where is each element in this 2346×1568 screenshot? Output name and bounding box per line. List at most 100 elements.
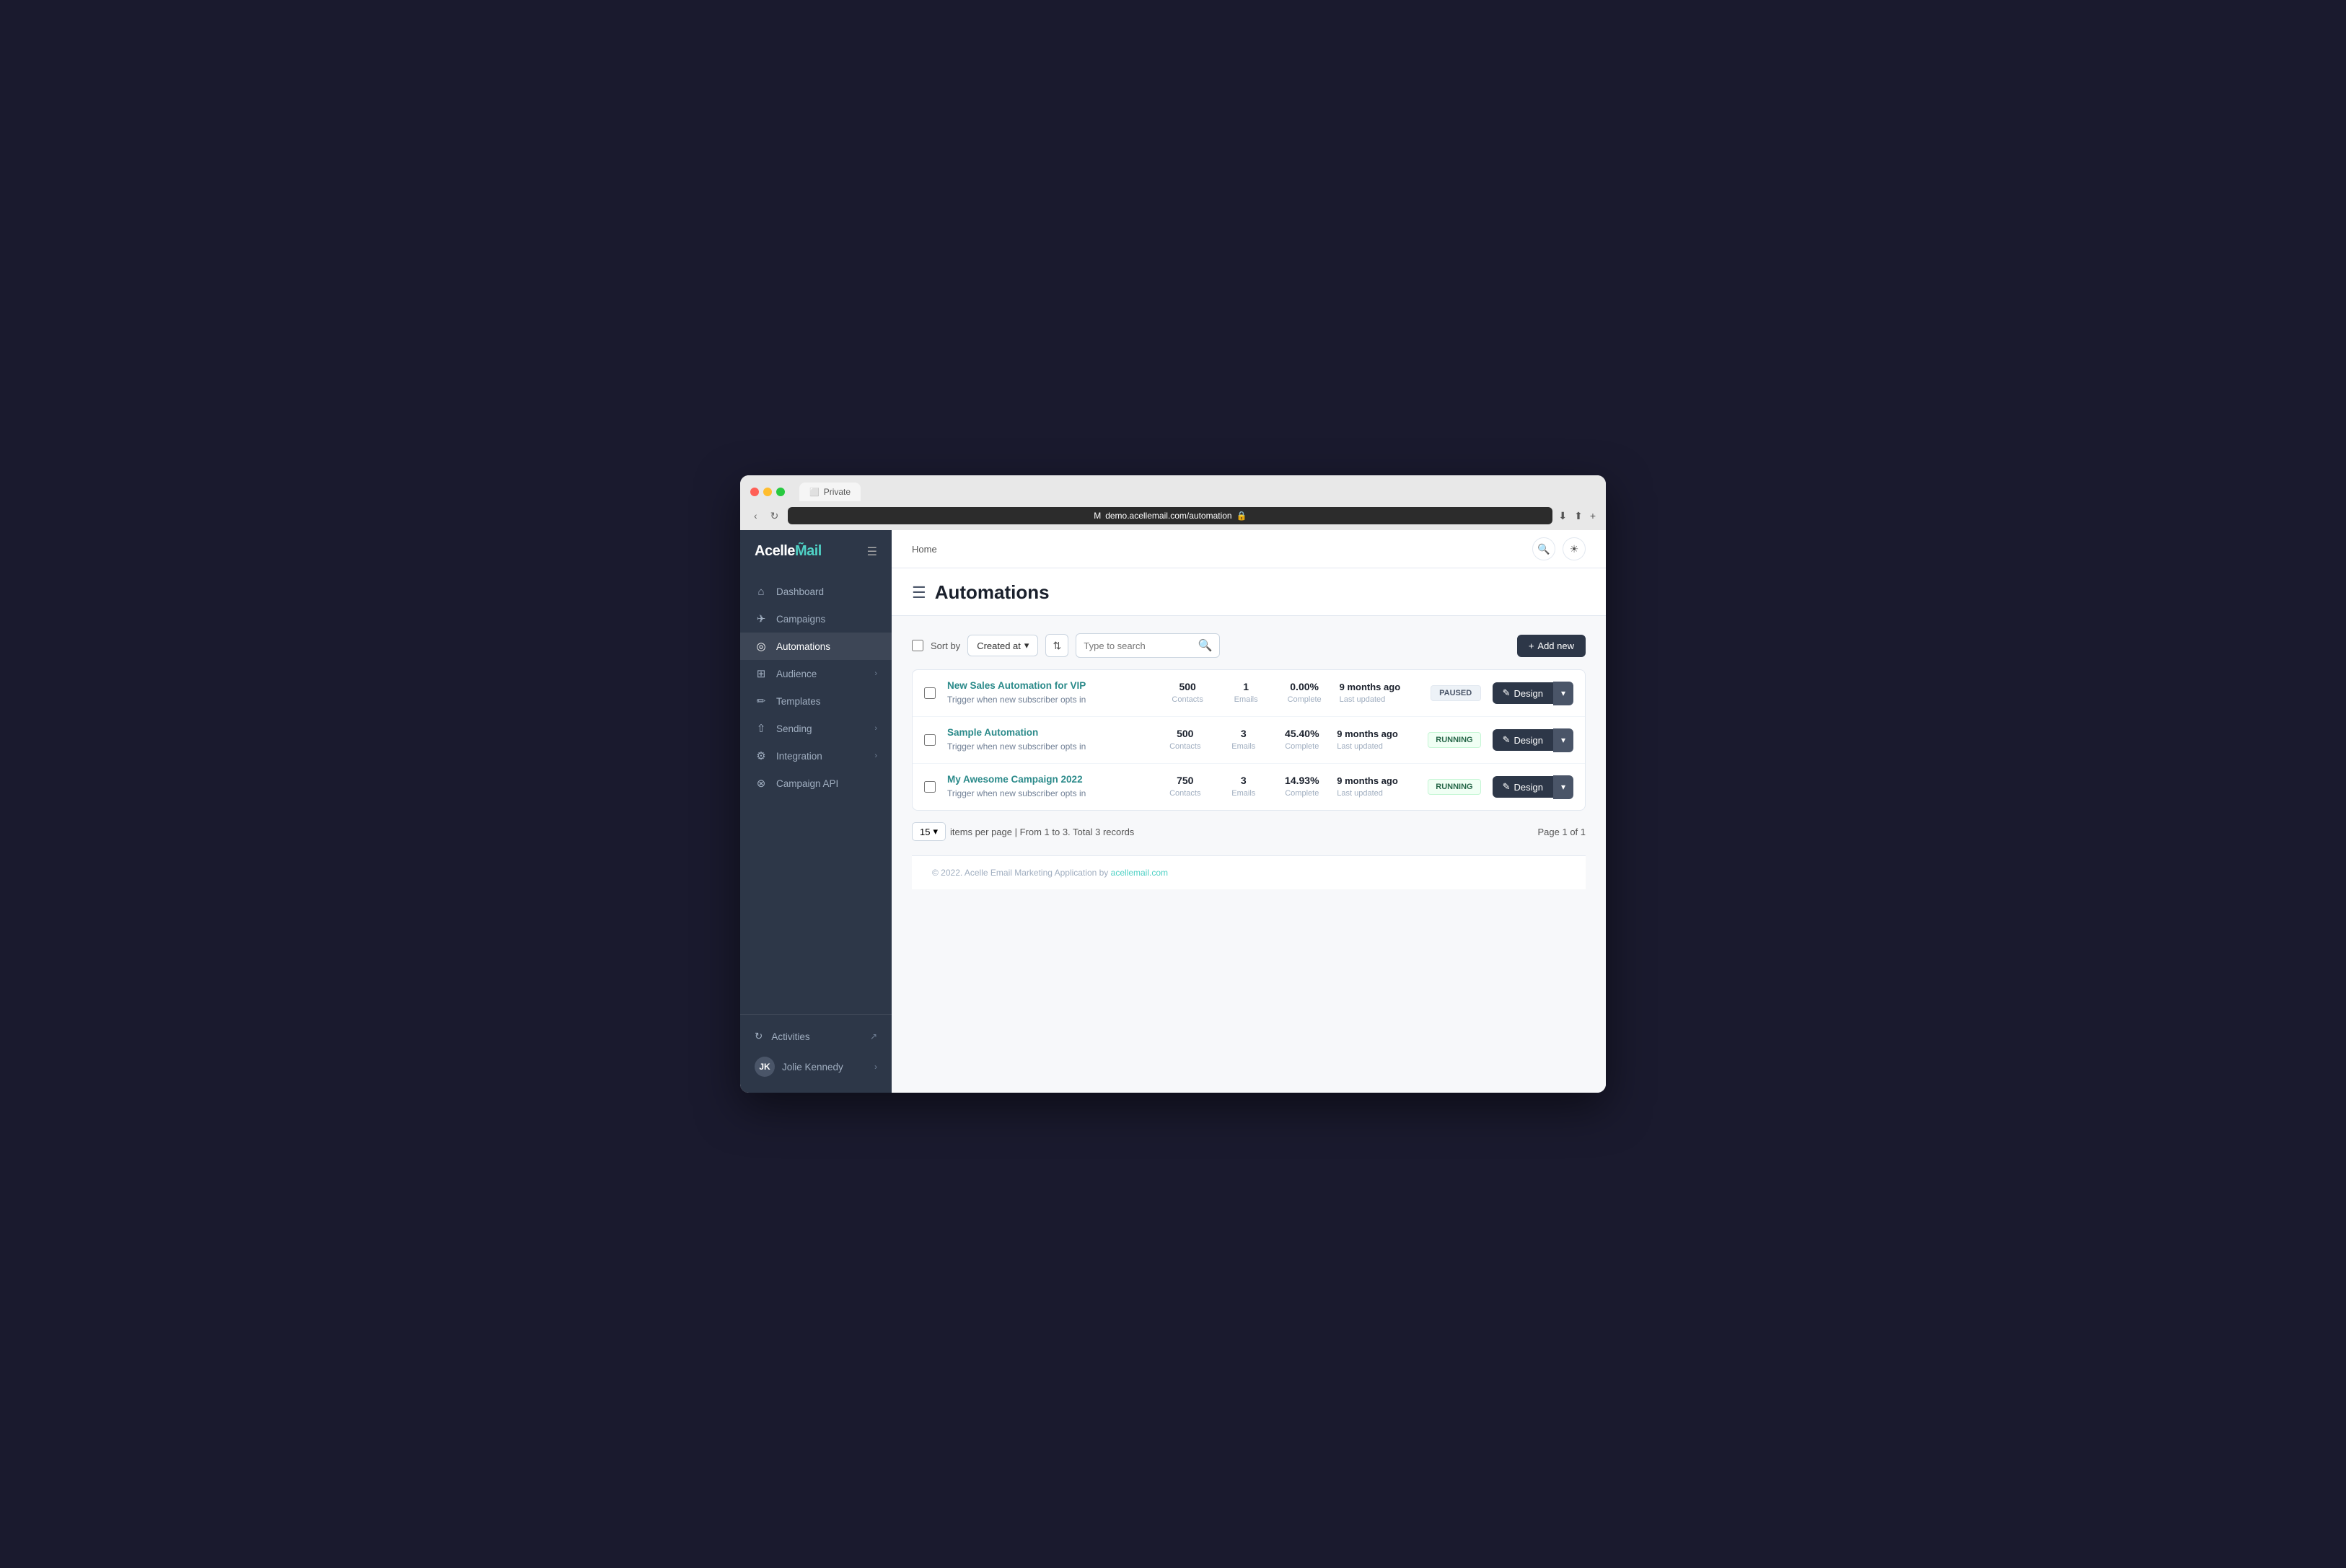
sidebar-item-label: Campaigns [776,614,877,625]
page-title: Automations [935,581,1050,604]
contacts-stat: 500 Contacts [1161,728,1208,752]
templates-icon: ✏ [755,695,768,708]
complete-value: 14.93% [1278,775,1325,786]
complete-stat: 14.93% Complete [1278,775,1325,799]
nav-refresh-button[interactable]: ↻ [767,508,783,524]
pagination-summary: items per page | From 1 to 3. Total 3 re… [950,827,1134,837]
sidebar-item-campaigns[interactable]: ✈ Campaigns [740,605,892,633]
search-icon-button[interactable]: 🔍 [1532,537,1555,560]
action-group: ✎ Design ▾ [1493,775,1573,799]
search-box[interactable]: 🔍 [1076,633,1220,658]
app-layout: AcelleM̃ail ☰ ⌂ Dashboard ✈ Campaigns ◎ … [740,530,1606,1093]
filter-button[interactable]: ⇅ [1045,634,1068,657]
status-badge: PAUSED [1431,685,1481,701]
sidebar-item-label: Templates [776,696,877,707]
sidebar-item-sending[interactable]: ⇧ Sending › [740,715,892,742]
contacts-label: Contacts [1169,742,1200,751]
maximize-button[interactable] [776,488,785,496]
design-button[interactable]: ✎ Design [1493,729,1553,751]
sidebar-bottom: ↻ Activities ↗ JK Jolie Kennedy › [740,1014,892,1093]
complete-stat: 45.40% Complete [1278,728,1325,752]
download-icon[interactable]: ⬇ [1558,510,1567,522]
chevron-right-icon: › [874,724,877,733]
address-bar[interactable]: M demo.acellemail.com/automation 🔒 [788,507,1552,524]
audience-icon: ⊞ [755,667,768,680]
design-dropdown-button[interactable]: ▾ [1553,682,1573,705]
api-icon: ⊗ [755,777,768,790]
design-icon: ✎ [1503,687,1511,699]
sidebar-item-integration[interactable]: ⚙ Integration › [740,742,892,770]
emails-label: Emails [1231,742,1255,751]
select-all-checkbox[interactable] [912,640,923,651]
status-badge: RUNNING [1428,732,1480,748]
chevron-down-icon: ▾ [1024,640,1029,651]
integration-icon: ⚙ [755,749,768,762]
home-icon: ⌂ [755,586,768,598]
browser-window: ⬜ Private ‹ ↻ M demo.acellemail.com/auto… [740,475,1606,1093]
automations-icon: ◎ [755,640,768,653]
emails-value: 3 [1220,728,1267,739]
action-group: ✎ Design ▾ [1493,682,1573,705]
sidebar-toggle-button[interactable]: ☰ [867,545,877,559]
sort-button[interactable]: Created at ▾ [967,635,1038,656]
row-checkbox[interactable] [924,687,936,699]
updated-label: Last updated [1337,789,1383,798]
sidebar-item-dashboard[interactable]: ⌂ Dashboard [740,578,892,605]
share-icon[interactable]: ⬆ [1574,510,1583,522]
contacts-label: Contacts [1169,789,1200,798]
traffic-lights [750,488,785,496]
footer-link[interactable]: acellemail.com [1111,868,1168,878]
add-new-button[interactable]: + Add new [1517,635,1586,657]
emails-label: Emails [1234,695,1258,704]
tab-icon: ⬜ [809,488,820,497]
url-text: demo.acellemail.com/automation [1105,511,1231,521]
per-page-button[interactable]: 15 ▾ [912,822,946,841]
emails-stat: 3 Emails [1220,728,1267,752]
sidebar-item-audience[interactable]: ⊞ Audience › [740,660,892,687]
user-profile-item[interactable]: JK Jolie Kennedy › [740,1049,892,1084]
updated-value: 9 months ago [1337,728,1416,739]
sidebar-item-campaign-api[interactable]: ⊗ Campaign API [740,770,892,797]
design-dropdown-button[interactable]: ▾ [1553,775,1573,799]
emails-label: Emails [1231,789,1255,798]
design-button[interactable]: ✎ Design [1493,682,1553,704]
search-input[interactable] [1084,640,1193,651]
sidebar-item-activities[interactable]: ↻ Activities ↗ [740,1023,892,1049]
automation-trigger: Trigger when new subscriber opts in [947,741,1086,752]
page-title-icon: ☰ [912,583,926,602]
minimize-button[interactable] [763,488,772,496]
design-dropdown-button[interactable]: ▾ [1553,728,1573,752]
row-checkbox[interactable] [924,781,936,793]
favicon-icon: M [1094,511,1101,521]
sidebar-item-automations[interactable]: ◎ Automations [740,633,892,660]
nav-back-button[interactable]: ‹ [750,508,761,523]
complete-stat: 0.00% Complete [1281,681,1328,705]
design-button[interactable]: ✎ Design [1493,776,1553,798]
sidebar-item-templates[interactable]: ✏ Templates [740,687,892,715]
browser-tab[interactable]: ⬜ Private [799,483,861,501]
page-info: Page 1 of 1 [1538,827,1586,837]
automation-trigger: Trigger when new subscriber opts in [947,695,1086,705]
contacts-value: 750 [1161,775,1208,786]
automation-name-link[interactable]: Sample Automation [947,727,1150,738]
close-button[interactable] [750,488,759,496]
new-tab-icon[interactable]: + [1590,510,1596,522]
user-name: Jolie Kennedy [782,1062,843,1073]
theme-toggle-button[interactable]: ☀ [1563,537,1586,560]
sort-value: Created at [977,640,1021,651]
chevron-down-icon: ▾ [1561,782,1565,792]
page-footer: © 2022. Acelle Email Marketing Applicati… [912,855,1586,889]
emails-stat: 1 Emails [1223,681,1270,705]
row-checkbox[interactable] [924,734,936,746]
browser-toolbar: ⬇ ⬆ + [1558,510,1596,522]
search-icon: 🔍 [1198,638,1213,653]
updated-value: 9 months ago [1340,682,1419,692]
lock-icon: 🔒 [1236,511,1247,521]
main-content: Home 🔍 ☀ ☰ Automations Sort by Created [892,530,1606,1093]
filter-icon: ⇅ [1053,640,1062,652]
sidebar-item-label: Audience [776,669,866,679]
breadcrumb: Home [912,544,937,555]
automation-name-link[interactable]: New Sales Automation for VIP [947,680,1153,691]
design-label: Design [1514,782,1543,793]
automation-name-link[interactable]: My Awesome Campaign 2022 [947,774,1150,785]
